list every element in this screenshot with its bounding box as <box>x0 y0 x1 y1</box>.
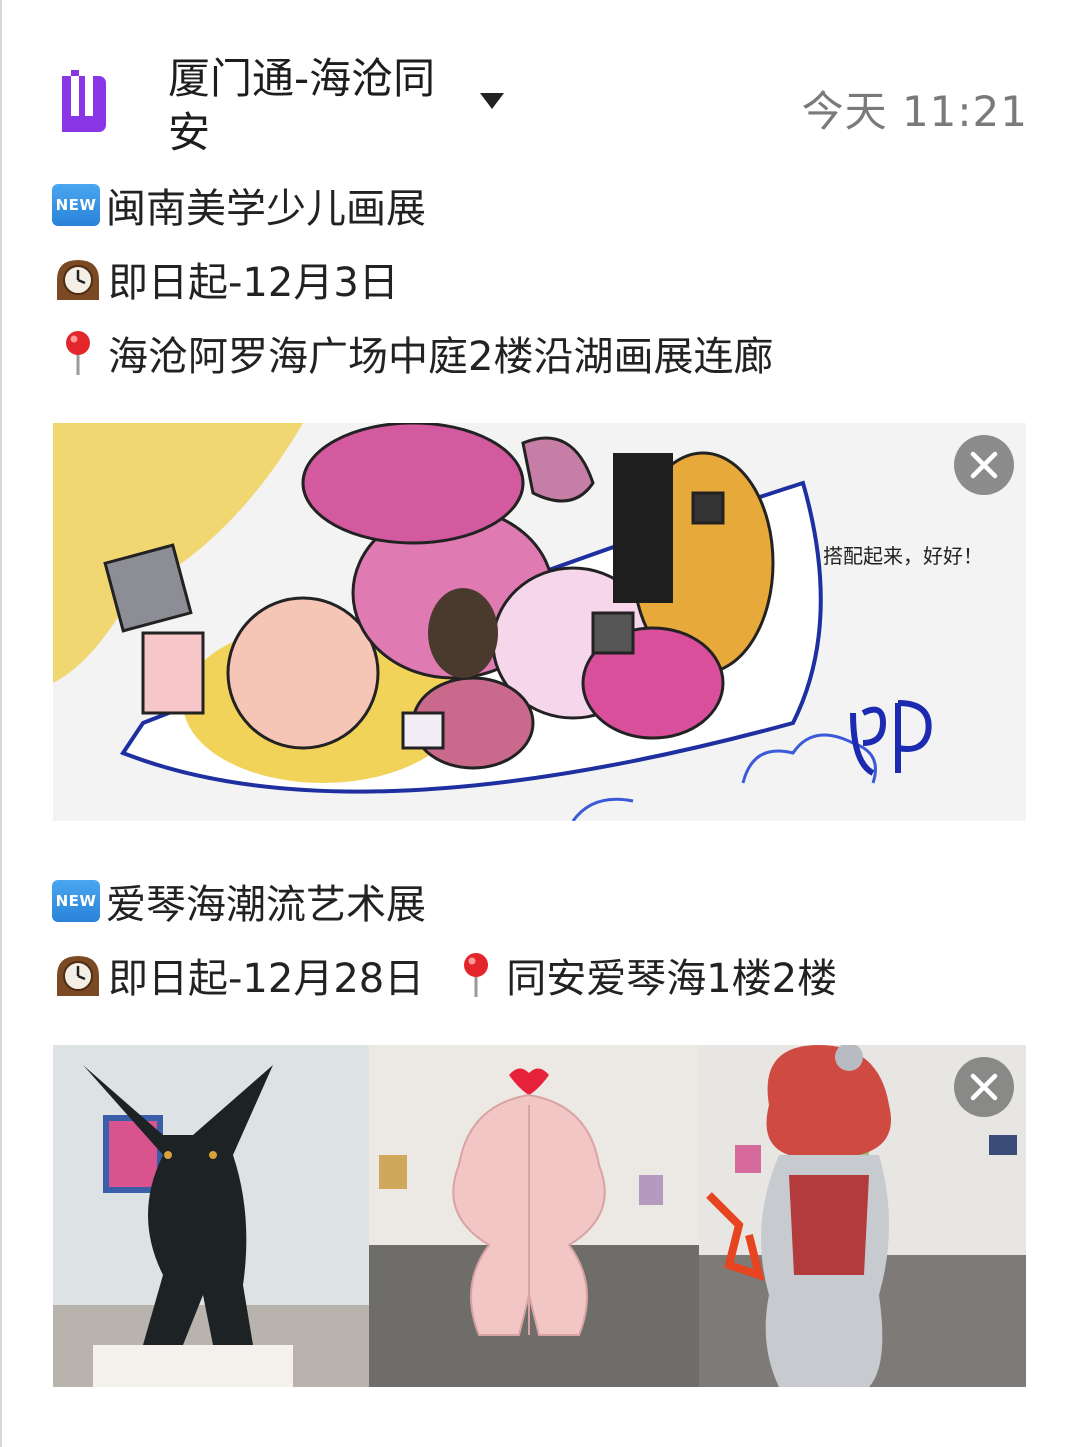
round-pushpin-icon <box>450 951 502 999</box>
sculpture-photo-cat <box>53 1045 369 1387</box>
account-title[interactable]: 厦门通-海沧同安 <box>168 52 468 160</box>
event-date: 即日起-12月28日 <box>108 956 425 1002</box>
post-title-row: NEW 爱琴海潮流艺术展 <box>52 872 426 930</box>
event-photo-painting[interactable]: 搭配起来，好好！ <box>53 423 1026 821</box>
sculpture-photo-pink <box>369 1045 699 1387</box>
event-location: 海沧阿罗海广场中庭2楼沿湖画展连廊 <box>108 334 774 380</box>
round-pushpin-icon <box>52 329 104 377</box>
event-date: 即日起-12月3日 <box>108 260 399 306</box>
left-edge-divider <box>0 0 2 1447</box>
new-badge-icon: NEW <box>52 880 100 922</box>
close-icon <box>970 451 998 479</box>
event-location: 同安爱琴海1楼2楼 <box>506 956 838 1002</box>
triangle-down-icon[interactable] <box>478 90 506 112</box>
event-date-location-row: 即日起-12月28日 同安爱琴海1楼2楼 <box>52 946 837 1004</box>
post-header: 厦门通-海沧同安 今天 11:21 <box>0 0 1080 165</box>
event-title: 闽南美学少儿画展 <box>106 186 426 232</box>
close-icon <box>970 1073 998 1101</box>
new-badge-icon: NEW <box>52 184 100 226</box>
post-timestamp: 今天 11:21 <box>801 87 1028 136</box>
bookmark-app-icon[interactable] <box>58 70 110 134</box>
remove-image-button[interactable] <box>954 1057 1014 1117</box>
event-photo-collage[interactable] <box>53 1045 1026 1387</box>
post-title-row: NEW 闽南美学少儿画展 <box>52 176 426 234</box>
event-date-row: 即日起-12月3日 <box>52 250 399 308</box>
mantel-clock-icon <box>52 951 104 999</box>
children-painting-image: 搭配起来，好好！ <box>53 423 1026 821</box>
painting-handwritten-note: 搭配起来，好好！ <box>823 544 983 568</box>
event-location-row: 海沧阿罗海广场中庭2楼沿湖画展连廊 <box>52 324 773 382</box>
event-title: 爱琴海潮流艺术展 <box>106 882 426 928</box>
mantel-clock-icon <box>52 255 104 303</box>
remove-image-button[interactable] <box>954 435 1014 495</box>
